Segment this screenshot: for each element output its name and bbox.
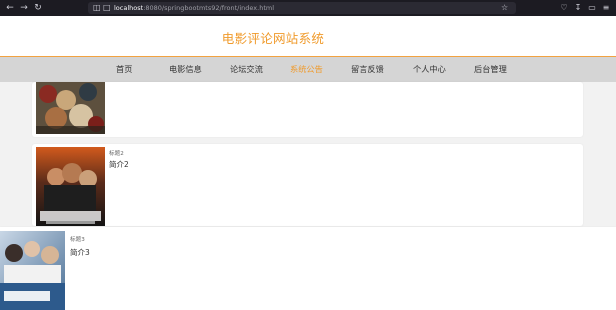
- shield-icon[interactable]: ◫: [93, 2, 101, 14]
- nav-item-forum[interactable]: 论坛交流: [230, 57, 263, 82]
- nav-item-movies[interactable]: 电影信息: [169, 57, 202, 82]
- pocket-icon[interactable]: ♡: [558, 2, 570, 14]
- back-arrow-icon[interactable]: ←: [4, 2, 16, 14]
- movie-poster-image[interactable]: [36, 147, 105, 226]
- movie-poster-image[interactable]: [36, 82, 105, 134]
- nav-item-profile[interactable]: 个人中心: [413, 57, 446, 82]
- nav-item-admin[interactable]: 后台管理: [474, 57, 507, 82]
- url-text[interactable]: localhost:8080/springbootmts92/front/ind…: [114, 2, 274, 14]
- site-title: 电影评论网站系统: [221, 31, 325, 46]
- notice-intro: 简介2: [109, 160, 129, 169]
- reload-icon[interactable]: ↻: [32, 2, 44, 14]
- nav-item-announcements[interactable]: 系统公告: [290, 57, 323, 82]
- notice-card[interactable]: 标题2 简介2: [32, 144, 583, 226]
- main-nav: 首页 电影信息 论坛交流 系统公告 留言反馈 个人中心 后台管理: [0, 57, 616, 82]
- browser-toolbar: ← → ↻ ◫ □ localhost:8080/springbootmts92…: [0, 0, 616, 16]
- menu-icon[interactable]: ≡: [600, 2, 612, 14]
- site-header: 电影评论网站系统: [0, 16, 616, 57]
- star-icon[interactable]: ☆: [501, 2, 508, 14]
- notice-card[interactable]: 标题3 简介3: [0, 227, 616, 310]
- page-icon[interactable]: □: [103, 2, 111, 14]
- nav-item-home[interactable]: 首页: [116, 57, 132, 82]
- address-bar[interactable]: ◫ □ localhost:8080/springbootmts92/front…: [88, 2, 516, 14]
- extensions-icon[interactable]: ▭: [586, 2, 598, 14]
- forward-arrow-icon[interactable]: →: [18, 2, 30, 14]
- nav-item-feedback[interactable]: 留言反馈: [351, 57, 384, 82]
- movie-poster-image[interactable]: [0, 231, 65, 310]
- notice-title[interactable]: 标题2: [109, 149, 124, 157]
- notice-title[interactable]: 标题3: [70, 235, 85, 243]
- notice-intro: 简介3: [70, 248, 90, 257]
- download-icon[interactable]: ↧: [572, 2, 584, 14]
- notice-card[interactable]: [32, 82, 583, 137]
